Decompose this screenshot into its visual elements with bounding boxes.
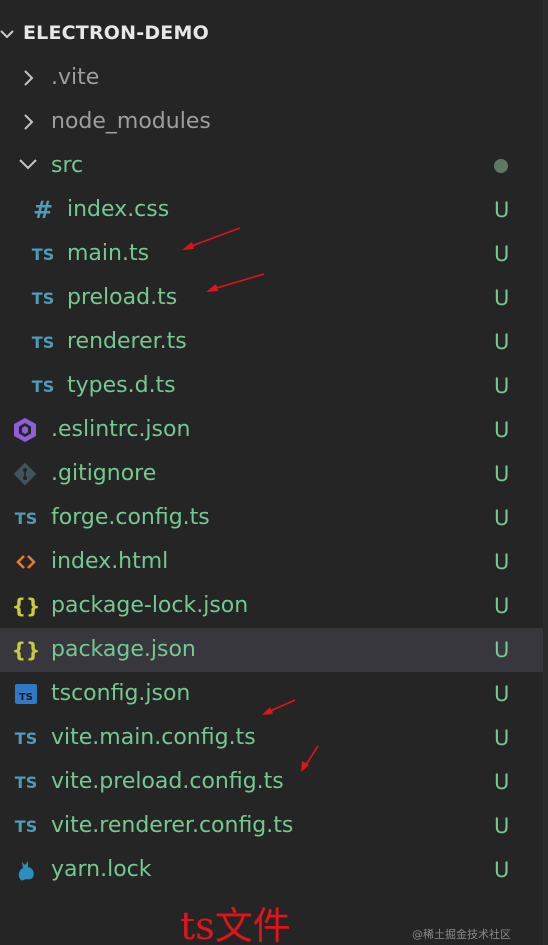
- tree-file-gitignore[interactable]: .gitignore U: [0, 452, 543, 496]
- tree-item-label: renderer.ts: [67, 329, 187, 354]
- tree-file-vite-main-config-ts[interactable]: TS vite.main.config.ts U: [0, 716, 543, 760]
- typescript-file-icon: TS: [14, 728, 38, 748]
- annotation-label: ts文件: [180, 904, 291, 945]
- eslint-icon: [14, 418, 36, 442]
- git-icon: [13, 462, 37, 486]
- annotation-arrow: [262, 699, 296, 715]
- tree-file-main-ts[interactable]: TS main.ts U: [0, 232, 543, 276]
- tree-folder-node-modules[interactable]: node_modules: [0, 100, 543, 144]
- tree-file-vite-preload-config-ts[interactable]: TS vite.preload.config.ts U: [0, 760, 543, 804]
- tree-item-label: vite.preload.config.ts: [51, 769, 284, 794]
- git-status-badge: U: [494, 374, 510, 398]
- tree-file-yarn-lock[interactable]: yarn.lock U: [0, 848, 543, 892]
- tree-item-label: package.json: [51, 637, 196, 662]
- css-file-icon: #: [32, 196, 54, 224]
- tsconfig-icon: TS: [15, 684, 37, 704]
- git-status-badge: U: [494, 286, 510, 310]
- git-status-badge: U: [494, 682, 510, 706]
- tree-file-vite-renderer-config-ts[interactable]: TS vite.renderer.config.ts U: [0, 804, 543, 848]
- tree-file-package-lock-json[interactable]: {} package-lock.json U: [0, 584, 543, 628]
- annotation-arrow: [182, 227, 241, 250]
- tree-file-package-json[interactable]: {} package.json U: [0, 628, 543, 672]
- typescript-file-icon: TS: [14, 816, 38, 836]
- explorer-title: ELECTRON-DEMO: [23, 22, 209, 44]
- tree-item-label: vite.renderer.config.ts: [51, 813, 294, 838]
- git-status-badge: U: [494, 418, 510, 442]
- tree-item-label: types.d.ts: [67, 373, 176, 398]
- git-status-badge: U: [494, 814, 510, 838]
- tree-item-label: vite.main.config.ts: [51, 725, 256, 750]
- typescript-file-icon: TS: [31, 244, 55, 264]
- git-status-badge: U: [494, 330, 510, 354]
- typescript-file-icon: TS: [31, 376, 55, 396]
- watermark: @稀土掘金技术社区: [412, 928, 511, 941]
- tree-item-label: src: [51, 153, 84, 178]
- git-status-badge: U: [494, 858, 510, 882]
- tree-item-label: main.ts: [67, 241, 150, 266]
- typescript-file-icon: TS: [14, 508, 38, 528]
- chevron-down-icon: [0, 30, 14, 39]
- tree-item-label: .eslintrc.json: [51, 417, 191, 442]
- typescript-file-icon: TS: [31, 288, 55, 308]
- json-file-icon: {}: [11, 638, 41, 662]
- tree-file-index-css[interactable]: # index.css U: [0, 188, 543, 232]
- tree-item-label: preload.ts: [67, 285, 178, 310]
- git-status-badge: U: [494, 770, 510, 794]
- tsconfig-icon-text: TS: [19, 692, 33, 703]
- scrollbar-track[interactable]: [543, 0, 548, 945]
- tree-item-label: tsconfig.json: [51, 681, 191, 706]
- annotation-arrow: [206, 273, 265, 292]
- chevron-right-icon: [24, 70, 34, 86]
- html-file-icon: [16, 555, 36, 569]
- tree-item-label: index.html: [51, 549, 169, 574]
- modified-dot: [494, 159, 508, 173]
- git-status-badge: U: [494, 638, 510, 662]
- tree-file-eslintrc-json[interactable]: .eslintrc.json U: [0, 408, 543, 452]
- git-status-badge: U: [494, 550, 510, 574]
- tree-folder-src[interactable]: src: [0, 144, 543, 188]
- git-status-badge: U: [494, 726, 510, 750]
- git-status-badge: U: [494, 242, 510, 266]
- explorer-section-header[interactable]: ELECTRON-DEMO: [0, 14, 548, 54]
- git-status-badge: U: [494, 594, 510, 618]
- annotation-arrow: [301, 745, 319, 772]
- tree-item-label: node_modules: [51, 109, 211, 134]
- git-status-badge: U: [494, 462, 510, 486]
- git-status-badge: U: [494, 198, 510, 222]
- typescript-file-icon: TS: [31, 332, 55, 352]
- typescript-file-icon: TS: [14, 772, 38, 792]
- tree-item-label: index.css: [67, 197, 170, 222]
- chevron-right-icon: [24, 114, 34, 130]
- yarn-icon: [18, 861, 34, 881]
- chevron-down-icon: [19, 159, 37, 170]
- tree-folder-vite[interactable]: .vite: [0, 56, 543, 100]
- tree-file-types-d-ts[interactable]: TS types.d.ts U: [0, 364, 543, 408]
- tree-item-label: .gitignore: [51, 461, 157, 486]
- tree-item-label: forge.config.ts: [51, 505, 210, 530]
- json-file-icon: {}: [11, 594, 41, 618]
- tree-file-renderer-ts[interactable]: TS renderer.ts U: [0, 320, 543, 364]
- tree-file-index-html[interactable]: index.html U: [0, 540, 543, 584]
- git-status-badge: U: [494, 506, 510, 530]
- tree-item-label: package-lock.json: [51, 593, 249, 618]
- tree-file-preload-ts[interactable]: TS preload.ts U: [0, 276, 543, 320]
- tree-file-forge-config-ts[interactable]: TS forge.config.ts U: [0, 496, 543, 540]
- tree-item-label: .vite: [51, 65, 100, 90]
- tree-item-label: yarn.lock: [51, 857, 152, 882]
